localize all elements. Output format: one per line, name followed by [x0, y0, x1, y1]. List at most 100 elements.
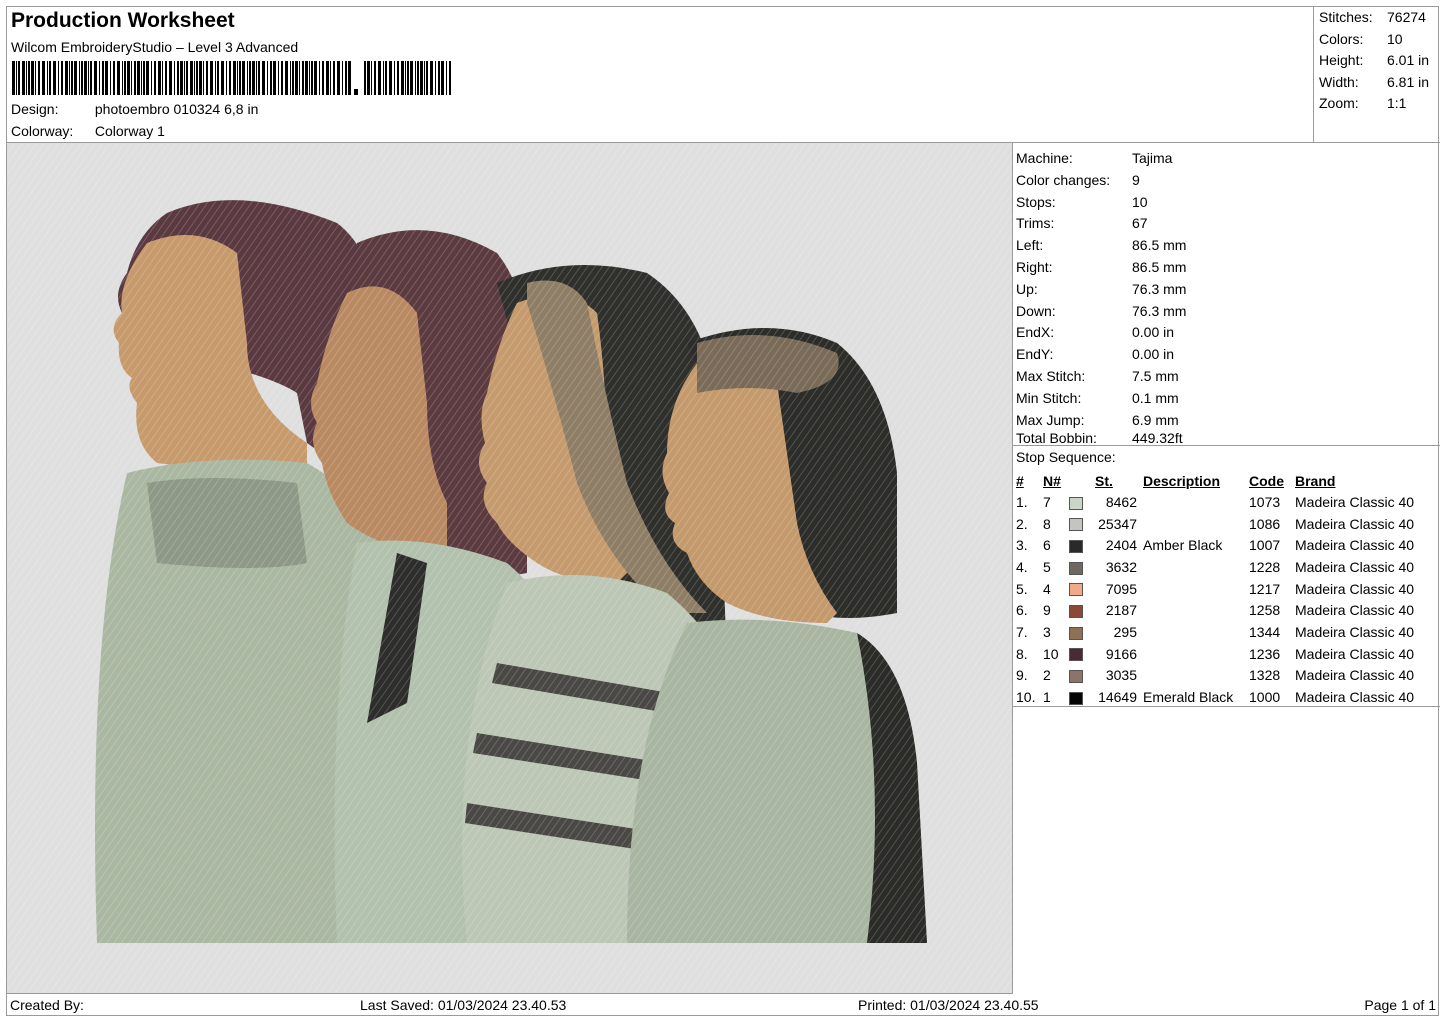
color-description	[1137, 665, 1249, 687]
row-number: 4.	[1016, 558, 1028, 575]
table-row: 6. 9 2187 1258 Madeira Classic 40	[1013, 599, 1435, 621]
color-description	[1137, 491, 1249, 513]
needle-number: 5	[1043, 558, 1051, 575]
stitch-count: 14649	[1098, 689, 1137, 706]
thread-code: 1000	[1249, 689, 1281, 706]
worksheet-frame: Production Worksheet Wilcom EmbroiderySt…	[6, 6, 1440, 1017]
needle-number: 9	[1043, 602, 1051, 619]
summary-label: Zoom:	[1319, 95, 1359, 111]
summary-value: 10	[1387, 30, 1403, 47]
thread-code: 1328	[1249, 667, 1281, 684]
info-value: 6.9 mm	[1132, 411, 1179, 428]
info-label: Machine:	[1016, 150, 1073, 166]
info-row: Up: 76.3 mm	[1016, 279, 1186, 300]
info-label: Max Jump:	[1016, 411, 1085, 428]
summary-row: Width: 6.81 in	[1319, 74, 1429, 90]
needle-number: 2	[1043, 667, 1051, 684]
color-swatch	[1069, 605, 1083, 619]
info-row: EndX: 0.00 in	[1016, 322, 1174, 343]
color-swatch	[1069, 496, 1083, 510]
thread-brand: Madeira Classic 40	[1295, 580, 1415, 597]
color-swatch	[1069, 518, 1083, 532]
color-swatch-cell	[1069, 621, 1095, 643]
thread-brand: Madeira Classic 40	[1295, 558, 1415, 575]
thread-code: 1086	[1249, 515, 1281, 532]
stitch-count: 9166	[1105, 645, 1137, 662]
table-row: 3. 6 2404 Amber Black 1007 Madeira Classic 40	[1013, 534, 1435, 556]
color-swatch	[1069, 670, 1083, 684]
info-value: 0.1 mm	[1132, 389, 1179, 406]
stop-sequence-table: # N# St. Description Code Brand 1. 7 8462 1…	[1013, 470, 1435, 708]
stitch-count: 25347	[1098, 515, 1137, 532]
info-value: 10	[1132, 193, 1148, 210]
summary-value: 1:1	[1387, 95, 1407, 111]
colorway-label: Colorway:	[11, 123, 74, 139]
last-saved: Last Saved: 01/03/2024 23.40.53	[360, 997, 567, 1013]
info-value: 0.00 in	[1132, 346, 1175, 363]
table-row: 9. 2 3035 1328 Madeira Classic 40	[1013, 665, 1435, 687]
stitch-count: 295	[1113, 623, 1137, 640]
row-number: 5.	[1016, 580, 1028, 597]
worksheet-footer: Created By: Last Saved: 01/03/2024 23.40…	[7, 994, 1440, 1017]
info-value: 76.3 mm	[1132, 302, 1187, 319]
color-swatch-cell	[1069, 599, 1095, 621]
thread-code: 1228	[1249, 558, 1281, 575]
page-title: Production Worksheet	[11, 9, 235, 32]
info-row: Left: 86.5 mm	[1016, 235, 1186, 256]
thread-brand: Madeira Classic 40	[1295, 645, 1415, 662]
page-number: Page 1 of 1	[1364, 997, 1436, 1013]
info-label: EndX:	[1016, 324, 1055, 341]
table-row: 8. 10 9166 1236 Madeira Classic 40	[1013, 643, 1435, 665]
info-row: EndY: 0.00 in	[1016, 344, 1174, 365]
color-description	[1137, 643, 1249, 665]
col-needle: N#	[1043, 472, 1061, 489]
col-brand: Brand	[1295, 472, 1336, 489]
stitch-count: 3035	[1105, 667, 1137, 684]
row-number: 3.	[1016, 537, 1028, 554]
summary-value: 6.01 in	[1387, 52, 1430, 68]
table-row: 7. 3 295 1344 Madeira Classic 40	[1013, 621, 1435, 643]
summary-label: Width:	[1319, 73, 1359, 90]
color-swatch-cell	[1069, 578, 1095, 600]
color-description: Amber Black	[1143, 537, 1223, 554]
color-description	[1137, 513, 1249, 535]
info-row: Max Jump: 6.9 mm	[1016, 410, 1179, 431]
colorway-value: Colorway 1	[94, 123, 165, 139]
thread-brand: Madeira Classic 40	[1295, 537, 1415, 554]
info-value: 0.00 in	[1132, 324, 1175, 341]
row-number: 7.	[1016, 623, 1028, 640]
stitch-count: 8462	[1105, 493, 1137, 510]
design-value: photoembro 010324 6,8 in	[94, 101, 259, 117]
col-description: Description	[1143, 472, 1221, 489]
thread-code: 1217	[1249, 580, 1281, 597]
stitch-count: 3632	[1105, 558, 1137, 575]
summary-value: 76274	[1387, 9, 1426, 25]
info-label: Total Bobbin:	[1016, 430, 1097, 447]
thread-code: 1258	[1249, 602, 1281, 619]
summary-panel: Stitches: 76274 Colors: 10 Height: 6.01 in …	[1314, 7, 1440, 143]
needle-number: 7	[1043, 493, 1051, 510]
thread-brand: Madeira Classic 40	[1295, 689, 1415, 706]
color-swatch-cell	[1069, 665, 1095, 687]
thread-brand: Madeira Classic 40	[1295, 667, 1415, 684]
color-swatch-cell	[1069, 556, 1095, 578]
info-value: 76.3 mm	[1132, 280, 1187, 297]
thread-code: 1073	[1249, 493, 1281, 510]
needle-number: 6	[1043, 537, 1051, 554]
info-row: Down: 76.3 mm	[1016, 301, 1186, 322]
info-row: Machine: Tajima	[1016, 148, 1172, 169]
color-description	[1137, 621, 1249, 643]
info-row: Max Stitch: 7.5 mm	[1016, 366, 1179, 387]
summary-row: Height: 6.01 in	[1319, 52, 1429, 68]
info-label: Trims:	[1016, 215, 1055, 232]
created-by: Created By:	[10, 997, 84, 1013]
thread-code: 1344	[1249, 623, 1281, 640]
color-swatch-cell	[1069, 686, 1095, 708]
color-swatch-cell	[1069, 491, 1095, 513]
info-value: 9	[1132, 171, 1140, 188]
table-row: 1. 7 8462 1073 Madeira Classic 40	[1013, 491, 1435, 513]
worksheet-header: Production Worksheet Wilcom EmbroiderySt…	[7, 7, 1314, 143]
info-row: Right: 86.5 mm	[1016, 257, 1186, 278]
color-swatch	[1069, 626, 1083, 640]
table-header-row: # N# St. Description Code Brand	[1013, 470, 1435, 491]
